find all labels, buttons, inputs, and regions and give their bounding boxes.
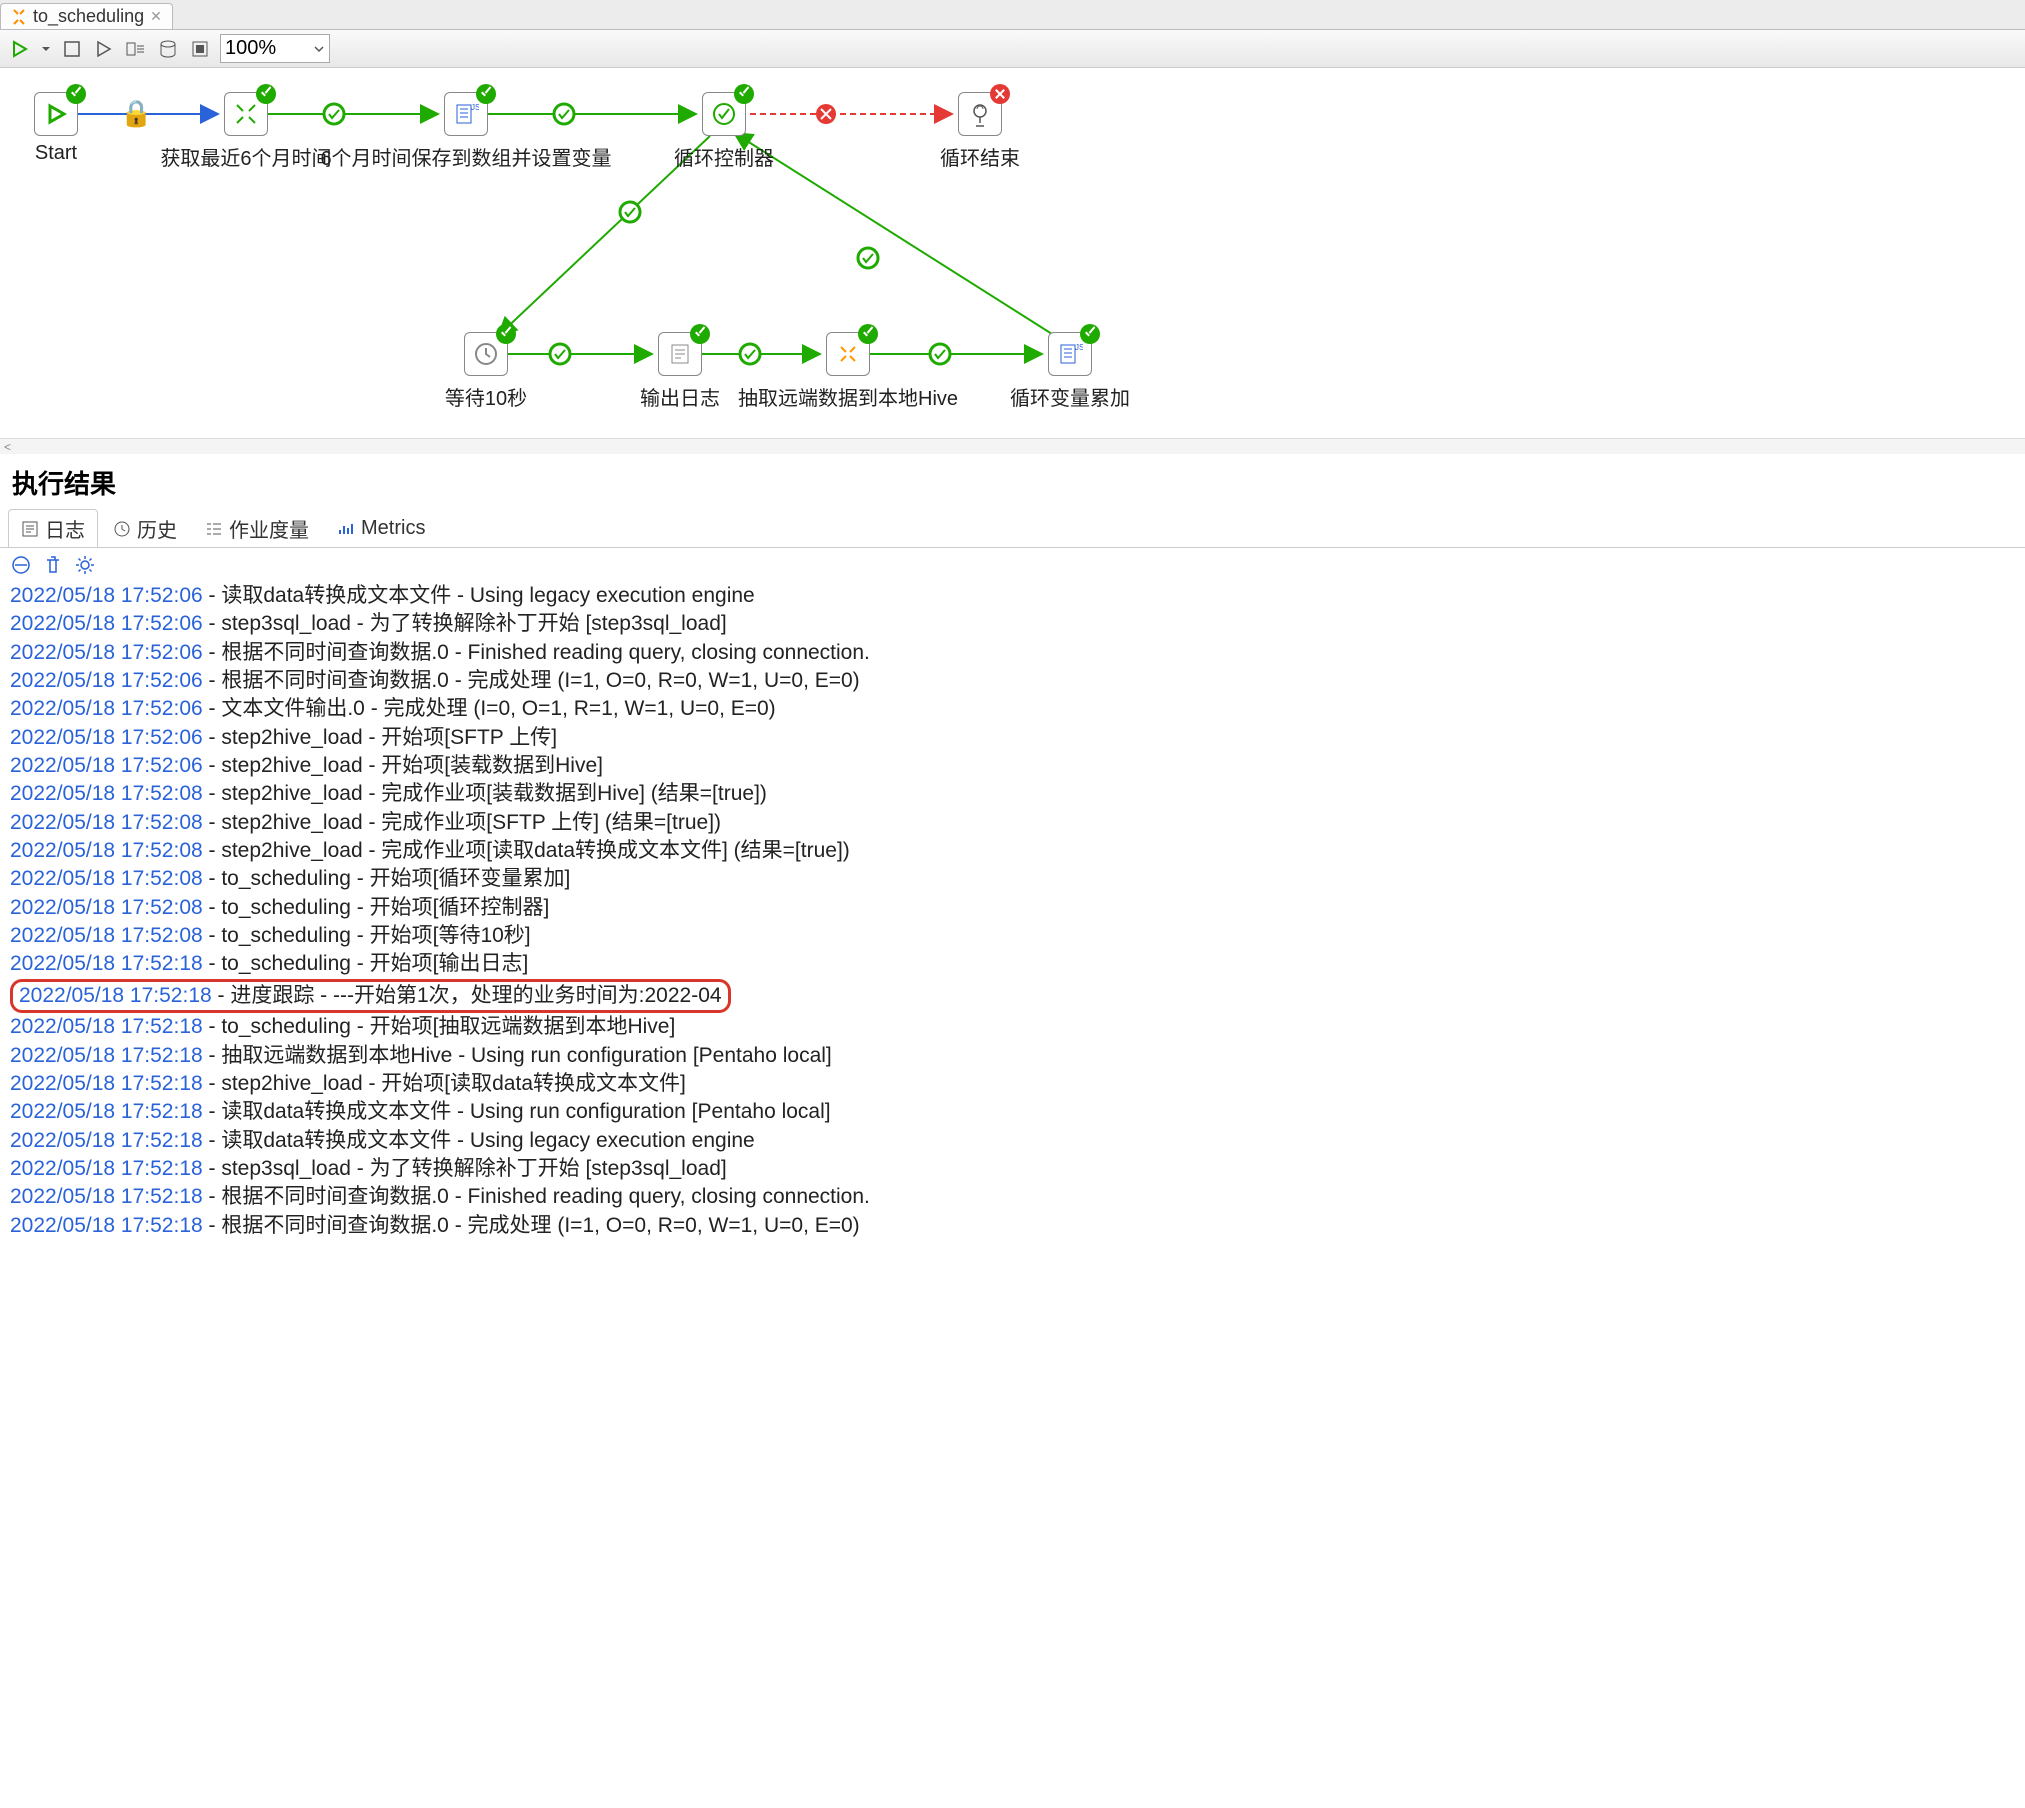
gear-icon[interactable] bbox=[74, 554, 96, 576]
node-start[interactable]: Start bbox=[26, 92, 86, 165]
job-icon bbox=[11, 9, 27, 25]
metrics-icon bbox=[337, 520, 355, 538]
editor-tab-bar: to_scheduling ✕ bbox=[0, 0, 2025, 30]
log-line: 2022/05/18 17:52:06 - 根据不同时间查询数据.0 - 完成处… bbox=[10, 667, 2015, 695]
log-line: 2022/05/18 17:52:08 - step2hive_load - 完… bbox=[10, 780, 2015, 808]
log-icon bbox=[21, 520, 39, 538]
log-line: 2022/05/18 17:52:18 - to_scheduling - 开始… bbox=[10, 950, 2015, 978]
status-ok-icon bbox=[690, 324, 710, 344]
tab-history[interactable]: 历史 bbox=[100, 509, 190, 547]
log-line: 2022/05/18 17:52:08 - step2hive_load - 完… bbox=[10, 809, 2015, 837]
run-dropdown[interactable] bbox=[40, 37, 52, 61]
horizontal-scrollbar[interactable]: < bbox=[0, 438, 2025, 454]
log-line: 2022/05/18 17:52:18 - 读取data转换成文本文件 - Us… bbox=[10, 1127, 2015, 1155]
status-err-icon bbox=[990, 84, 1010, 104]
canvas-toolbar: 100% bbox=[0, 30, 2025, 68]
zoom-value: 100% bbox=[225, 37, 276, 60]
node-loopend[interactable]: 循环结束 bbox=[950, 92, 1010, 171]
stop-button[interactable] bbox=[92, 37, 116, 61]
node-loopctrl[interactable]: 循环控制器 bbox=[694, 92, 754, 171]
explore-button[interactable] bbox=[188, 37, 212, 61]
log-line: 2022/05/18 17:52:08 - to_scheduling - 开始… bbox=[10, 894, 2015, 922]
log-line: 2022/05/18 17:52:06 - step2hive_load - 开… bbox=[10, 752, 2015, 780]
log-toolbar bbox=[0, 548, 2025, 582]
results-tabs: 日志 历史 作业度量 Metrics bbox=[0, 509, 2025, 548]
log-line: 2022/05/18 17:52:08 - step2hive_load - 完… bbox=[10, 837, 2015, 865]
status-ok-icon bbox=[496, 324, 516, 344]
trash-icon[interactable] bbox=[42, 554, 64, 576]
preview-button[interactable] bbox=[124, 37, 148, 61]
editor-tab[interactable]: to_scheduling ✕ bbox=[0, 3, 173, 29]
close-icon[interactable]: ✕ bbox=[150, 8, 162, 25]
tab-jobmetric[interactable]: 作业度量 bbox=[192, 509, 322, 547]
status-ok-icon bbox=[66, 84, 86, 104]
history-icon bbox=[113, 520, 131, 538]
status-ok-icon bbox=[476, 84, 496, 104]
results-title: 执行结果 bbox=[0, 454, 2025, 509]
log-line: 2022/05/18 17:52:18 - 根据不同时间查询数据.0 - Fin… bbox=[10, 1183, 2015, 1211]
node-get6m[interactable]: 获取最近6个月时间 bbox=[216, 92, 276, 171]
svg-text:JS: JS bbox=[471, 103, 479, 112]
chevron-left-icon[interactable]: < bbox=[4, 440, 11, 454]
log-line: 2022/05/18 17:52:18 - 抽取远端数据到本地Hive - Us… bbox=[10, 1042, 2015, 1070]
log-line: 2022/05/18 17:52:06 - 根据不同时间查询数据.0 - Fin… bbox=[10, 639, 2015, 667]
node-wait10[interactable]: 等待10秒 bbox=[456, 332, 516, 411]
log-line: 2022/05/18 17:52:18 - step3sql_load - 为了… bbox=[10, 1155, 2015, 1183]
clear-log-icon[interactable] bbox=[10, 554, 32, 576]
log-line: 2022/05/18 17:52:06 - step3sql_load - 为了… bbox=[10, 610, 2015, 638]
log-line: 2022/05/18 17:52:18 - to_scheduling - 开始… bbox=[10, 1013, 2015, 1041]
log-line: 2022/05/18 17:52:18 - 根据不同时间查询数据.0 - 完成处… bbox=[10, 1212, 2015, 1240]
node-save6m[interactable]: JS 6个月时间保存到数组并设置变量 bbox=[436, 92, 496, 171]
node-loopinc[interactable]: JS 循环变量累加 bbox=[1040, 332, 1100, 411]
job-canvas[interactable]: 🔒 Start 获取最近6个月时间 JS 6个月时间保存到数组并设置变量 循环控… bbox=[0, 68, 2025, 438]
log-line: 2022/05/18 17:52:08 - to_scheduling - 开始… bbox=[10, 922, 2015, 950]
status-ok-icon bbox=[1080, 324, 1100, 344]
sql-button[interactable] bbox=[156, 37, 180, 61]
tab-metrics[interactable]: Metrics bbox=[324, 509, 438, 547]
tab-log[interactable]: 日志 bbox=[8, 509, 98, 547]
status-ok-icon bbox=[858, 324, 878, 344]
log-line: 2022/05/18 17:52:18 - 读取data转换成文本文件 - Us… bbox=[10, 1098, 2015, 1126]
node-extract[interactable]: 抽取远端数据到本地Hive bbox=[818, 332, 878, 411]
log-line: 2022/05/18 17:52:08 - to_scheduling - 开始… bbox=[10, 865, 2015, 893]
status-ok-icon bbox=[734, 84, 754, 104]
jobmetric-icon bbox=[205, 520, 223, 538]
run-button[interactable] bbox=[8, 37, 32, 61]
tab-title: to_scheduling bbox=[33, 6, 144, 27]
chevron-down-icon bbox=[313, 43, 325, 55]
log-line: 2022/05/18 17:52:06 - step2hive_load - 开… bbox=[10, 724, 2015, 752]
zoom-select[interactable]: 100% bbox=[220, 34, 330, 63]
log-line: 2022/05/18 17:52:06 - 文本文件输出.0 - 完成处理 (I… bbox=[10, 695, 2015, 723]
log-line: 2022/05/18 17:52:06 - 读取data转换成文本文件 - Us… bbox=[10, 582, 2015, 610]
node-outlog[interactable]: 输出日志 bbox=[650, 332, 710, 411]
pause-button[interactable] bbox=[60, 37, 84, 61]
lock-icon: 🔒 bbox=[120, 98, 152, 129]
status-ok-icon bbox=[256, 84, 276, 104]
log-line: 2022/05/18 17:52:18 - step2hive_load - 开… bbox=[10, 1070, 2015, 1098]
svg-text:JS: JS bbox=[1075, 343, 1083, 352]
log-panel[interactable]: 2022/05/18 17:52:06 - 读取data转换成文本文件 - Us… bbox=[0, 582, 2025, 1250]
log-line: 2022/05/18 17:52:18 - 进度跟踪 - ---开始第1次，处理… bbox=[10, 979, 731, 1013]
